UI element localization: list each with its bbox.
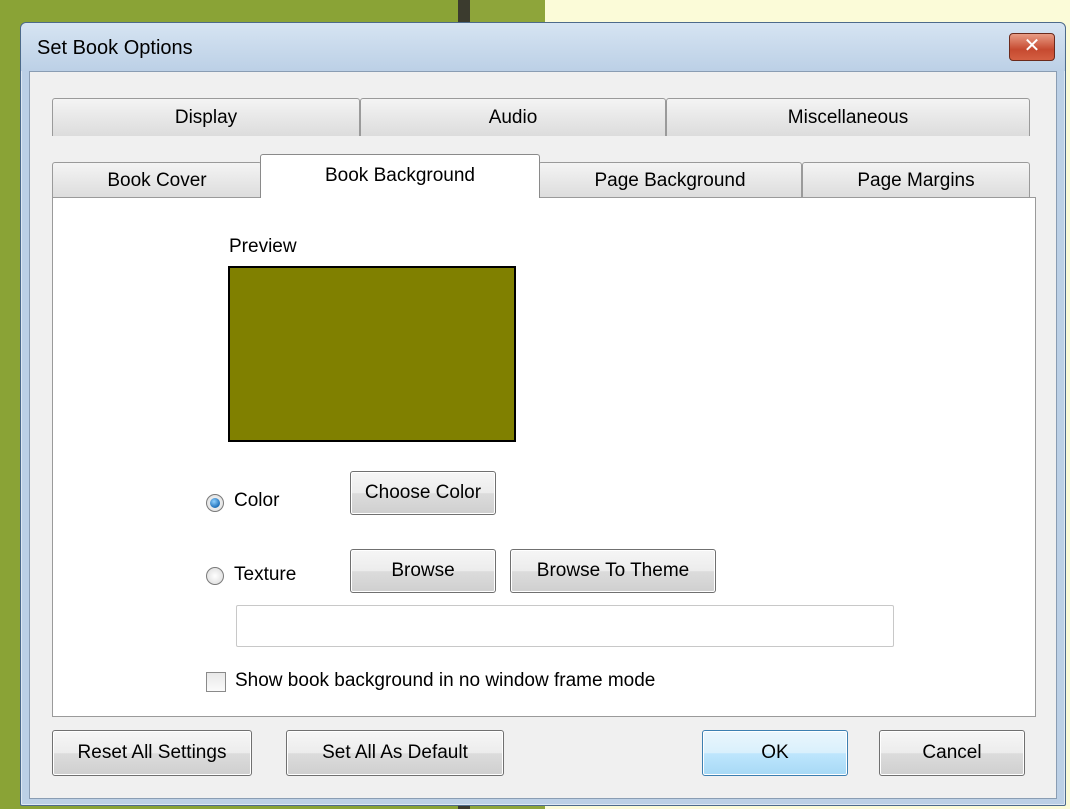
browse-to-theme-button[interactable]: Browse To Theme [510, 549, 716, 593]
browse-button[interactable]: Browse [350, 549, 496, 593]
tab-display[interactable]: Display [52, 98, 360, 136]
background-preview-swatch [228, 266, 516, 442]
set-book-options-dialog: Set Book Options ✕ Display Audio Miscell… [20, 22, 1066, 806]
book-background-panel: Preview Color Choose Color Texture Brows… [52, 197, 1036, 717]
set-all-as-default-button[interactable]: Set All As Default [286, 730, 504, 776]
tab-book-cover[interactable]: Book Cover [52, 162, 262, 198]
dialog-titlebar[interactable]: Set Book Options ✕ [21, 23, 1065, 71]
texture-path-field[interactable] [236, 605, 894, 647]
ok-button[interactable]: OK [702, 730, 848, 776]
color-radio-label[interactable]: Color [234, 490, 279, 512]
dialog-title: Set Book Options [37, 37, 193, 59]
tab-book-background[interactable]: Book Background [260, 154, 540, 198]
tab-page-margins[interactable]: Page Margins [802, 162, 1030, 198]
close-button[interactable]: ✕ [1009, 33, 1055, 61]
no-frame-checkbox[interactable] [206, 672, 226, 692]
choose-color-button[interactable]: Choose Color [350, 471, 496, 515]
cancel-button[interactable]: Cancel [879, 730, 1025, 776]
color-radio[interactable] [206, 494, 224, 512]
tab-audio[interactable]: Audio [360, 98, 666, 136]
preview-label: Preview [229, 236, 297, 257]
close-icon: ✕ [1023, 35, 1041, 57]
tab-page-background[interactable]: Page Background [538, 162, 802, 198]
texture-radio-label[interactable]: Texture [234, 564, 296, 586]
radio-selected-dot [210, 498, 220, 508]
dialog-client-area: Display Audio Miscellaneous Book Cover B… [29, 71, 1057, 799]
tab-miscellaneous[interactable]: Miscellaneous [666, 98, 1030, 136]
reset-all-settings-button[interactable]: Reset All Settings [52, 730, 252, 776]
no-frame-checkbox-label[interactable]: Show book background in no window frame … [235, 670, 655, 692]
texture-radio[interactable] [206, 567, 224, 585]
